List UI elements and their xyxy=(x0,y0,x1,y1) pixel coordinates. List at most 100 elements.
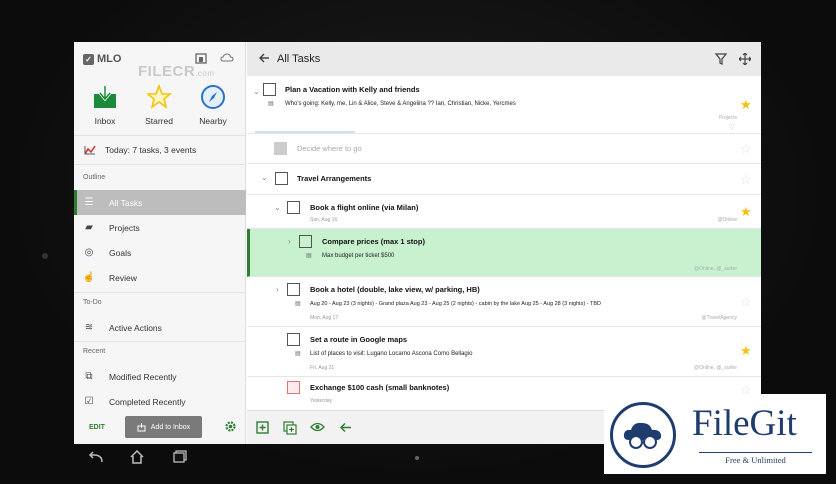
chart-icon xyxy=(84,145,96,155)
note-icon: ▤ xyxy=(295,301,301,307)
add-inbox-label: Add to Inbox xyxy=(150,423,191,431)
task-title: Compare prices (max 1 stop) xyxy=(322,237,425,246)
task-title: Book a flight online (via Milan) xyxy=(310,203,419,212)
add-subtask-icon[interactable] xyxy=(283,421,297,435)
divider xyxy=(74,292,246,293)
task-checkbox[interactable] xyxy=(287,333,300,346)
star-icon[interactable]: ★ xyxy=(740,98,752,111)
nav-indicator-dot xyxy=(415,456,419,460)
today-summary[interactable]: Today: 7 tasks, 3 events xyxy=(74,135,246,165)
recent-apps-icon[interactable] xyxy=(172,450,188,464)
task-note: Who's going: Kelly, me, Lin & Alice, Ste… xyxy=(285,101,516,107)
task-title: Book a hotel (double, lake view, w/ park… xyxy=(310,285,480,294)
move-icon[interactable] xyxy=(739,53,751,65)
chevron-down-icon[interactable]: ⌄ xyxy=(253,87,260,96)
sidebar-item-label: Completed Recently xyxy=(109,396,186,407)
sidebar-item-all-tasks[interactable]: ☰ All Tasks xyxy=(74,190,246,215)
filegit-tagline: Free & Unlimited xyxy=(699,452,812,465)
target-icon: ◎ xyxy=(84,247,94,258)
task-checkbox[interactable] xyxy=(287,201,300,214)
home-icon[interactable] xyxy=(129,450,145,464)
chevron-right-icon[interactable]: › xyxy=(276,285,279,294)
filegit-name: FileGit xyxy=(692,403,797,444)
sidebar: ✓ MLO FILECR.com Inbox Starred Nearby To… xyxy=(74,42,246,444)
inbox-add-icon xyxy=(137,422,146,431)
add-to-inbox-button[interactable]: Add to Inbox xyxy=(124,416,202,438)
sidebar-header: ✓ MLO FILECR.com xyxy=(74,42,245,80)
task-title: Exchange $100 cash (small banknotes) xyxy=(310,383,450,392)
sidebar-item-projects[interactable]: ▰ Projects xyxy=(74,215,246,240)
task-row[interactable]: › Book a hotel (double, lake view, w/ pa… xyxy=(247,277,761,327)
task-panel: All Tasks ⌄ Plan a Vacation with Kelly a… xyxy=(247,42,761,444)
task-row[interactable]: ⌄ Book a flight online (via Milan) Sun, … xyxy=(247,195,761,229)
check-icon: ✓ xyxy=(83,53,94,65)
star-icon[interactable]: ☆ xyxy=(740,173,752,186)
app-screen: ✓ MLO FILECR.com Inbox Starred Nearby To… xyxy=(74,42,761,444)
sidebar-footer: EDIT Add to Inbox xyxy=(74,410,246,444)
quick-nearby[interactable]: Nearby xyxy=(188,84,238,126)
quick-label: Starred xyxy=(145,116,173,126)
eye-icon[interactable] xyxy=(310,422,325,432)
cloud-sync-icon[interactable] xyxy=(220,52,234,64)
task-checkbox[interactable] xyxy=(287,283,300,296)
task-checkbox[interactable] xyxy=(263,83,276,96)
task-title: Travel Arrangements xyxy=(297,174,372,183)
watermark-text: FILECR xyxy=(138,63,196,80)
filegit-badge: FileGit Free & Unlimited xyxy=(604,394,826,474)
task-note: Max budget per ticket $500 xyxy=(322,253,395,259)
filter-icon[interactable] xyxy=(715,53,727,65)
main-toolbar: All Tasks xyxy=(247,42,761,76)
task-row[interactable]: Decide where to go ☆ xyxy=(247,134,761,164)
task-row[interactable]: ⌄ Plan a Vacation with Kelly and friends… xyxy=(247,76,761,134)
quick-inbox[interactable]: Inbox xyxy=(80,84,130,126)
star-icon[interactable]: ★ xyxy=(740,344,752,357)
task-context: @Online xyxy=(717,217,737,223)
note-icon: ▤ xyxy=(306,253,312,259)
edit-button[interactable]: EDIT xyxy=(89,424,105,431)
back-icon[interactable] xyxy=(88,450,104,464)
star-icon[interactable]: ☆ xyxy=(740,142,752,155)
sidebar-item-review[interactable]: ☝ Review xyxy=(74,265,246,290)
task-note: Aug 20 - Aug 23 (3 nights) - Grand plaza… xyxy=(310,301,601,307)
back-arrow-icon[interactable] xyxy=(258,52,270,64)
chevrons-down-icon: ≋ xyxy=(84,322,94,333)
task-checkbox[interactable] xyxy=(275,172,288,185)
quick-starred[interactable]: Starred xyxy=(134,84,184,126)
add-task-icon[interactable] xyxy=(256,421,269,434)
star-icon[interactable]: ☆ xyxy=(740,295,752,308)
sidebar-item-label: Projects xyxy=(109,222,140,233)
task-checkbox-done[interactable] xyxy=(274,142,287,155)
task-row[interactable]: ⌄ Travel Arrangements ☆ xyxy=(247,164,761,195)
sidebar-item-active-actions[interactable]: ≋ Active Actions xyxy=(74,315,246,340)
progress-bar xyxy=(255,131,355,133)
note-icon: ▤ xyxy=(295,351,301,357)
task-context: Projects xyxy=(718,115,737,121)
inbox-icon xyxy=(94,86,116,108)
filegit-logo xyxy=(610,402,676,468)
note-icon: ▤ xyxy=(268,101,274,107)
sidebar-item-goals[interactable]: ◎ Goals xyxy=(74,240,246,265)
sidebar-item-label: Active Actions xyxy=(109,322,162,333)
task-checkbox[interactable] xyxy=(299,235,312,248)
task-checkbox-overdue[interactable] xyxy=(287,381,300,394)
camera-dot xyxy=(42,253,48,259)
task-note: List of places to visit: Lugano Locarno … xyxy=(310,351,473,357)
chevron-down-icon[interactable]: ⌄ xyxy=(261,173,268,182)
task-title: Set a route in Google maps xyxy=(310,335,408,344)
section-outline: Outline xyxy=(83,174,106,181)
gear-icon[interactable] xyxy=(224,420,237,433)
sidebar-item-label: All Tasks xyxy=(109,197,143,208)
task-date: Sun, Aug 16 xyxy=(310,217,338,223)
arrow-left-icon[interactable] xyxy=(339,421,352,434)
copy-icon: ⧉ xyxy=(85,371,93,382)
sidebar-item-label: Goals xyxy=(109,247,132,258)
expand-icon: ▽ xyxy=(729,124,735,131)
chevron-down-icon[interactable]: ⌄ xyxy=(274,203,281,212)
star-icon[interactable]: ☆ xyxy=(740,245,752,258)
task-row[interactable]: Set a route in Google maps ▤ List of pla… xyxy=(247,327,761,377)
task-row-selected[interactable]: › Compare prices (max 1 stop) ▤ Max budg… xyxy=(247,229,761,277)
chevron-right-icon[interactable]: › xyxy=(288,237,291,246)
sidebar-item-modified-recently[interactable]: ⧉ Modified Recently xyxy=(74,364,246,389)
star-icon[interactable]: ★ xyxy=(740,205,752,218)
task-context: @Online, @_surfer xyxy=(694,365,737,371)
